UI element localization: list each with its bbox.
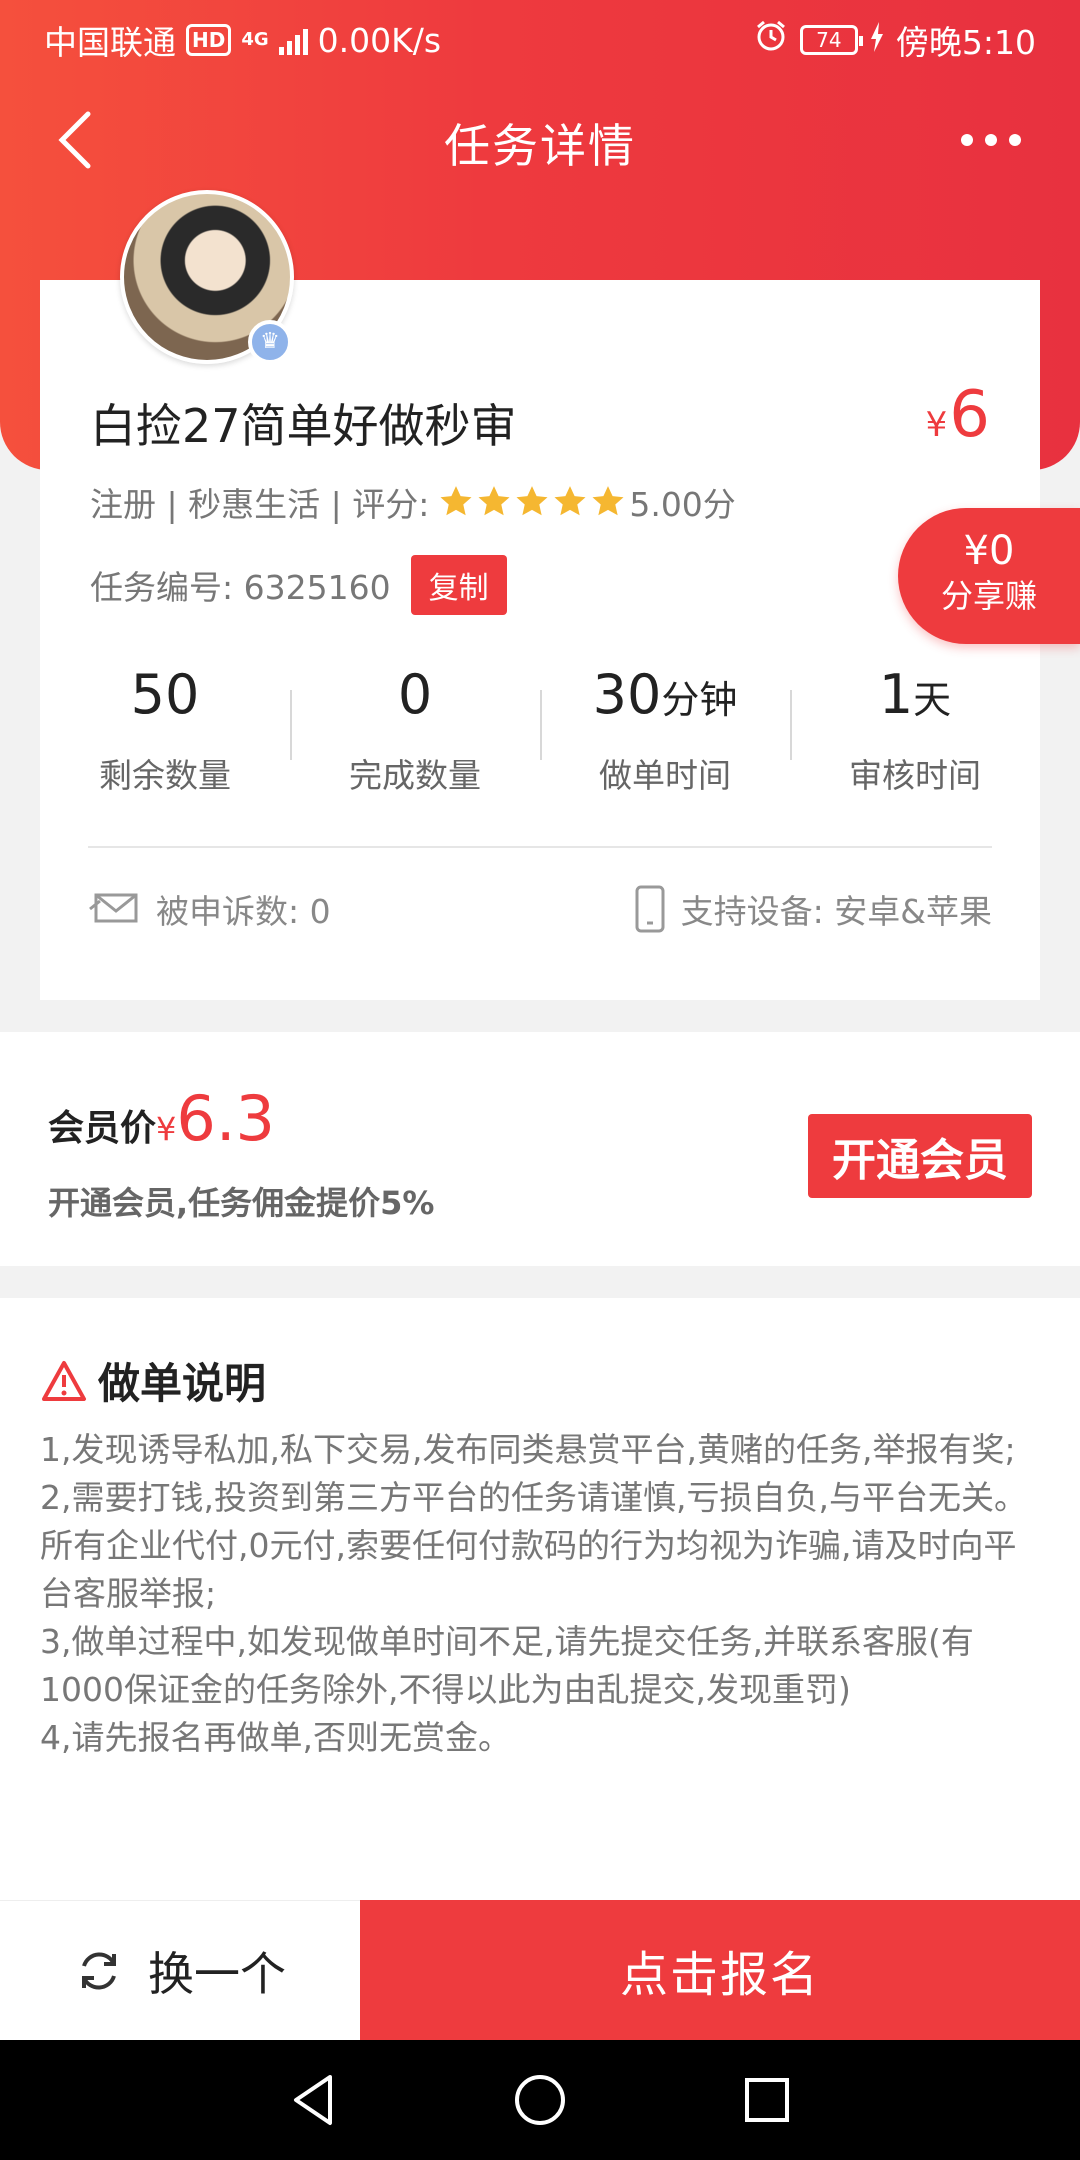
stat-value: 30 <box>592 663 662 726</box>
share-label: 分享赚 <box>940 577 1037 615</box>
swap-label: 换一个 <box>148 1946 286 2001</box>
task-stats: 50 剩余数量 0 完成数量 30分钟 做单时间 1天 审核时间 <box>40 660 1040 810</box>
instruction-line: 3,做单过程中,如发现做单时间不足,请先提交任务,并联系客服(有1000保证金的… <box>40 1622 974 1709</box>
rating-score: 5.00分 <box>629 485 736 524</box>
network-type: 4G <box>241 29 269 50</box>
task-title: 白捡27简单好做秒审 <box>90 399 517 453</box>
home-circle-icon[interactable] <box>510 2070 570 2130</box>
task-number: 6325160 <box>243 568 391 607</box>
price-currency: ¥ <box>925 405 948 445</box>
stat-completed: 0 完成数量 <box>290 660 540 810</box>
signup-button[interactable]: 点击报名 <box>360 1900 1080 2040</box>
stat-unit: 天 <box>913 678 952 722</box>
more-button[interactable] <box>946 120 1036 160</box>
task-number-row: 任务编号: 6325160 复制 <box>90 555 507 615</box>
page-title: 任务详情 <box>444 119 636 173</box>
hd-icon: HD <box>186 24 232 56</box>
charging-icon <box>870 21 884 60</box>
instruction-line: 2,需要打钱,投资到第三方平台的任务请谨慎,亏损自负,与平台无关。所有企业代付,… <box>40 1478 1027 1613</box>
complaint-icon <box>89 893 138 923</box>
alarm-icon <box>754 19 788 61</box>
price-value: 6 <box>949 378 990 452</box>
devices-row: 支持设备: 安卓&苹果 <box>633 885 992 933</box>
stat-remaining: 50 剩余数量 <box>40 660 290 810</box>
star-icon <box>513 483 551 521</box>
complaints-row: 被申诉数: 0 <box>88 885 331 933</box>
star-icon <box>551 483 589 521</box>
stat-value: 50 <box>130 663 200 726</box>
star-icon <box>437 483 475 521</box>
task-meta-text: 注册 | 秒惠生活 | 评分: <box>90 485 430 524</box>
star-icon <box>475 483 513 521</box>
member-price-currency: ¥ <box>156 1110 177 1148</box>
devices-text: 支持设备: 安卓&苹果 <box>680 892 992 931</box>
more-dot-icon <box>985 134 997 146</box>
stat-duration: 30分钟 做单时间 <box>540 660 790 810</box>
stat-label: 完成数量 <box>349 756 481 795</box>
open-membership-button[interactable]: 开通会员 <box>808 1114 1032 1198</box>
task-number-label: 任务编号: <box>90 568 234 607</box>
instructions-title: 做单说明 <box>98 1359 267 1408</box>
complaints-text: 被申诉数: 0 <box>156 892 331 931</box>
back-triangle-icon[interactable] <box>283 2070 343 2130</box>
stat-review-time: 1天 审核时间 <box>790 660 1040 810</box>
nav-bar: 任务详情 <box>0 90 1080 190</box>
swap-button[interactable]: 换一个 <box>0 1900 360 2040</box>
member-price-line: 会员价 ¥6.3 <box>48 1082 275 1155</box>
star-icon <box>589 483 627 521</box>
warning-icon <box>42 1360 86 1401</box>
bottom-actions: 换一个 点击报名 <box>0 1900 1080 2040</box>
member-desc: 开通会员,任务佣金提价5% <box>48 1184 435 1222</box>
instructions-header: 做单说明 <box>40 1350 266 1411</box>
copy-button[interactable]: 复制 <box>410 555 507 615</box>
stat-label: 剩余数量 <box>99 756 231 795</box>
instructions-body: 1,发现诱导私加,私下交易,发布同类悬赏平台,黄赌的任务,举报有奖; 2,需要打… <box>40 1426 1040 1762</box>
instruction-line: 4,请先报名再做单,否则无赏金。 <box>40 1718 511 1757</box>
instructions-section: 做单说明 1,发现诱导私加,私下交易,发布同类悬赏平台,黄赌的任务,举报有奖; … <box>0 1298 1080 1900</box>
rating-stars <box>437 483 627 521</box>
refresh-icon <box>82 1952 116 1989</box>
member-price: 6.3 <box>176 1082 275 1155</box>
clock-time: 傍晚5:10 <box>895 23 1036 62</box>
phone-icon <box>635 885 665 933</box>
task-meta: 注册 | 秒惠生活 | 评分: 5.00分 <box>90 478 736 526</box>
recents-square-icon[interactable] <box>737 2070 797 2130</box>
signal-icon <box>278 25 308 55</box>
instruction-line: 1,发现诱导私加,私下交易,发布同类悬赏平台,黄赌的任务,举报有奖; <box>40 1430 1016 1469</box>
stat-value: 1 <box>878 663 914 726</box>
more-dot-icon <box>1009 134 1021 146</box>
stat-value: 0 <box>397 663 433 726</box>
stat-unit: 分钟 <box>661 678 738 722</box>
member-price-label: 会员价 <box>48 1108 157 1149</box>
system-nav-bar <box>0 2040 1080 2160</box>
status-bar: 中国联通 HD 4G 0.00K/s 74 傍晚5:10 <box>0 0 1080 72</box>
carrier-label: 中国联通 <box>44 23 176 62</box>
stat-label: 做单时间 <box>599 756 731 795</box>
stat-label: 审核时间 <box>849 756 981 795</box>
network-speed: 0.00K/s <box>317 20 442 60</box>
crown-icon: ♛ <box>248 320 292 364</box>
share-amount: ¥0 <box>963 528 1015 574</box>
task-price: ¥6 <box>926 378 990 452</box>
member-section: 会员价 ¥6.3 开通会员,任务佣金提价5% 开通会员 <box>0 1032 1080 1266</box>
divider <box>88 846 992 848</box>
battery-icon: 74 <box>799 25 863 55</box>
more-dot-icon <box>961 134 973 146</box>
share-earn-button[interactable]: ¥0 分享赚 <box>898 508 1080 644</box>
